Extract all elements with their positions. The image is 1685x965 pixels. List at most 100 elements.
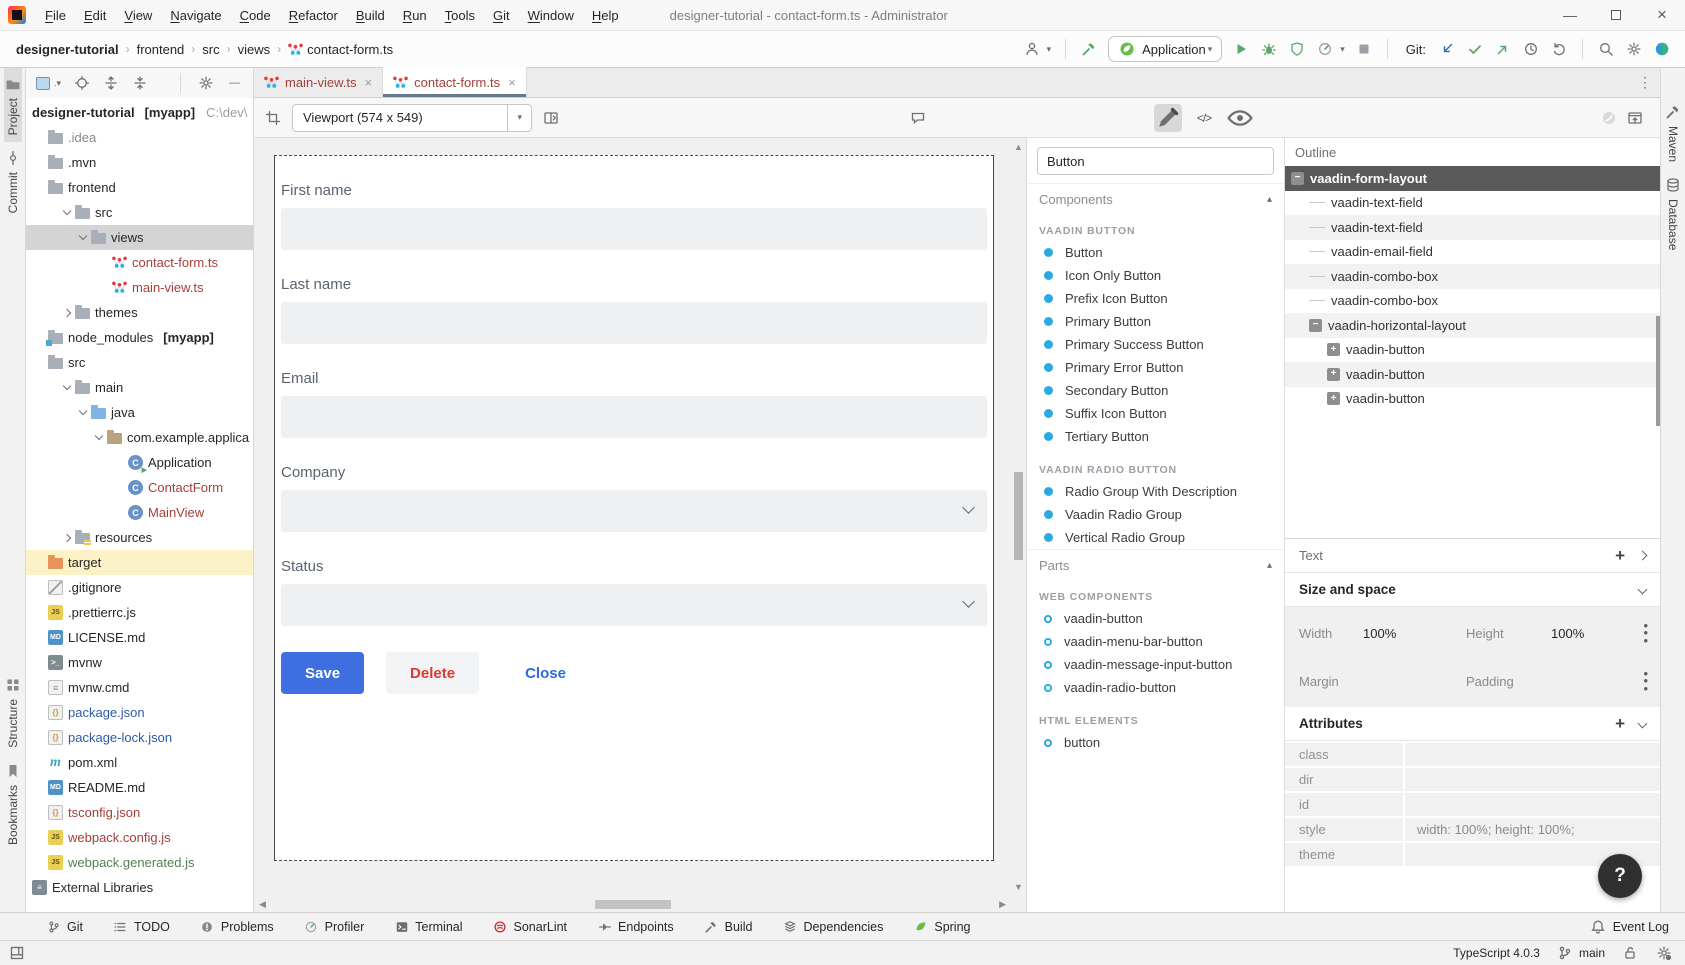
kebab-menu-icon[interactable]: ••• bbox=[1643, 670, 1648, 691]
run-config-select[interactable]: Application▾ bbox=[1108, 36, 1222, 62]
palette-item[interactable]: Vaadin Radio Group bbox=[1027, 503, 1284, 526]
open-in-browser-icon[interactable] bbox=[1626, 109, 1644, 127]
tree-row[interactable]: contact-form.ts bbox=[26, 250, 253, 275]
viewport-select[interactable]: Viewport (574 x 549)▾ bbox=[292, 104, 532, 132]
tree-row[interactable]: .gitignore bbox=[26, 575, 253, 600]
editor-tab-contact-form[interactable]: contact-form.ts× bbox=[383, 67, 527, 97]
palette-item[interactable]: vaadin-message-input-button bbox=[1027, 653, 1284, 676]
breadcrumb-item[interactable]: src bbox=[202, 42, 219, 57]
size-field-value[interactable]: 100% bbox=[1363, 626, 1466, 641]
palette-item[interactable]: vaadin-button bbox=[1027, 607, 1284, 630]
tool-window-switcher-icon[interactable] bbox=[8, 944, 26, 962]
palette-item[interactable]: button bbox=[1027, 731, 1284, 754]
collapse-minus-icon[interactable]: − bbox=[1291, 172, 1304, 185]
stripe-tab-commit[interactable]: Commit bbox=[4, 142, 22, 220]
scroll-up-icon[interactable]: ▲ bbox=[1014, 142, 1023, 152]
edit-mode-pencil-icon[interactable] bbox=[1154, 104, 1182, 132]
outline-row[interactable]: vaadin-text-field bbox=[1285, 191, 1660, 216]
menu-item-view[interactable]: View bbox=[115, 0, 161, 30]
add-icon[interactable]: + bbox=[1615, 546, 1625, 566]
debug-bug-icon[interactable] bbox=[1260, 40, 1278, 58]
tree-row[interactable]: MDLICENSE.md bbox=[26, 625, 253, 650]
chevron-expanded-icon[interactable] bbox=[63, 382, 71, 390]
text-field-input[interactable] bbox=[281, 208, 987, 250]
chevron-collapsed-icon[interactable] bbox=[63, 533, 71, 541]
tab-options-kebab-icon[interactable]: ⋮ bbox=[1638, 74, 1652, 91]
comment-bubble-icon[interactable] bbox=[909, 109, 927, 127]
outline-row[interactable]: +vaadin-button bbox=[1285, 338, 1660, 363]
breadcrumb-item[interactable]: views bbox=[238, 42, 271, 57]
tab-close-icon[interactable]: × bbox=[365, 75, 373, 90]
palette-item[interactable]: Suffix Icon Button bbox=[1027, 402, 1284, 425]
chevron-right-icon[interactable] bbox=[1638, 551, 1648, 561]
toolwindow-button-dependencies[interactable]: Dependencies bbox=[782, 919, 883, 934]
close-icon[interactable]: × bbox=[1639, 0, 1685, 30]
outline-row[interactable]: vaadin-text-field bbox=[1285, 215, 1660, 240]
code-mode-icon[interactable]: </> bbox=[1190, 104, 1218, 132]
git-commit-icon[interactable] bbox=[1466, 40, 1484, 58]
menu-item-navigate[interactable]: Navigate bbox=[161, 0, 230, 30]
palette-item[interactable]: Secondary Button bbox=[1027, 379, 1284, 402]
palette-section-components[interactable]: Components▴ bbox=[1027, 183, 1284, 215]
tree-row[interactable]: .idea bbox=[26, 125, 253, 150]
outline-scroll-thumb[interactable] bbox=[1656, 316, 1660, 426]
chevron-expanded-icon[interactable] bbox=[79, 232, 87, 240]
collapse-caret-icon[interactable]: ▴ bbox=[1267, 560, 1272, 571]
chevron-down-icon[interactable] bbox=[962, 501, 975, 514]
menu-item-run[interactable]: Run bbox=[394, 0, 436, 30]
expand-all-icon[interactable] bbox=[102, 75, 119, 92]
chevron-collapsed-icon[interactable] bbox=[63, 308, 71, 316]
ide-config-gear-icon[interactable] bbox=[1655, 944, 1673, 962]
combo-box-input[interactable] bbox=[281, 490, 987, 532]
tree-row[interactable]: CMainView bbox=[26, 500, 253, 525]
stripe-tab-maven[interactable]: Maven bbox=[1664, 96, 1682, 169]
close-button[interactable]: Close bbox=[501, 652, 590, 694]
tree-row[interactable]: {}package.json bbox=[26, 700, 253, 725]
tree-row[interactable]: target bbox=[26, 550, 253, 575]
canvas-vertical-scrollbar[interactable]: ▲ ▼ bbox=[1011, 138, 1026, 896]
collapse-caret-icon[interactable]: ▴ bbox=[1267, 194, 1272, 205]
breadcrumb-item[interactable]: frontend bbox=[137, 42, 185, 57]
canvas-field-last-name[interactable]: Last name bbox=[281, 276, 987, 344]
history-icon[interactable] bbox=[1522, 40, 1540, 58]
outline-row[interactable]: +vaadin-button bbox=[1285, 362, 1660, 387]
split-view-icon[interactable] bbox=[542, 109, 560, 127]
tree-row[interactable]: >_mvnw bbox=[26, 650, 253, 675]
project-options-gear-icon[interactable] bbox=[197, 75, 214, 92]
text-field-input[interactable] bbox=[281, 302, 987, 344]
tree-row[interactable]: src bbox=[26, 350, 253, 375]
attribute-value[interactable]: width: 100%; height: 100%; bbox=[1405, 818, 1660, 841]
tree-row[interactable]: CApplication bbox=[26, 450, 253, 475]
outline-row[interactable]: −vaadin-horizontal-layout bbox=[1285, 313, 1660, 338]
palette-item[interactable]: Vertical Radio Group bbox=[1027, 526, 1284, 549]
breadcrumb-item[interactable]: contact-form.ts bbox=[288, 42, 393, 57]
coverage-icon[interactable] bbox=[1288, 40, 1306, 58]
chevron-down-icon[interactable] bbox=[1638, 585, 1648, 595]
tab-close-icon[interactable]: × bbox=[508, 75, 516, 90]
save-button[interactable]: Save bbox=[281, 652, 364, 694]
menu-item-tools[interactable]: Tools bbox=[436, 0, 484, 30]
outline-row[interactable]: −vaadin-form-layout bbox=[1285, 166, 1660, 191]
tree-row[interactable]: JSwebpack.config.js bbox=[26, 825, 253, 850]
project-view-select-icon[interactable] bbox=[36, 77, 50, 90]
tree-row[interactable]: CContactForm bbox=[26, 475, 253, 500]
toolwindow-button-git[interactable]: Git bbox=[46, 919, 83, 934]
menu-item-git[interactable]: Git bbox=[484, 0, 519, 30]
editor-tab-main-view[interactable]: main-view.ts× bbox=[254, 67, 383, 97]
tree-row[interactable]: com.example.applica bbox=[26, 425, 253, 450]
palette-item[interactable]: Button bbox=[1027, 241, 1284, 264]
canvas-field-first-name[interactable]: First name bbox=[281, 182, 987, 250]
menu-item-file[interactable]: File bbox=[36, 0, 75, 30]
tree-row[interactable]: mpom.xml bbox=[26, 750, 253, 775]
chevron-down-icon[interactable] bbox=[1638, 719, 1648, 729]
lock-icon[interactable] bbox=[1621, 944, 1639, 962]
palette-item[interactable]: Icon Only Button bbox=[1027, 264, 1284, 287]
scroll-right-icon[interactable]: ▶ bbox=[999, 899, 1006, 910]
stripe-tab-structure[interactable]: Structure bbox=[4, 669, 22, 755]
artboard-select-icon[interactable] bbox=[264, 109, 282, 127]
outline-row[interactable]: vaadin-combo-box bbox=[1285, 289, 1660, 314]
palette-section-parts[interactable]: Parts▴ bbox=[1027, 549, 1284, 581]
toolwindow-button-todo[interactable]: TODO bbox=[113, 919, 170, 934]
tree-row[interactable]: {}tsconfig.json bbox=[26, 800, 253, 825]
toolwindow-button-spring[interactable]: Spring bbox=[913, 919, 970, 934]
